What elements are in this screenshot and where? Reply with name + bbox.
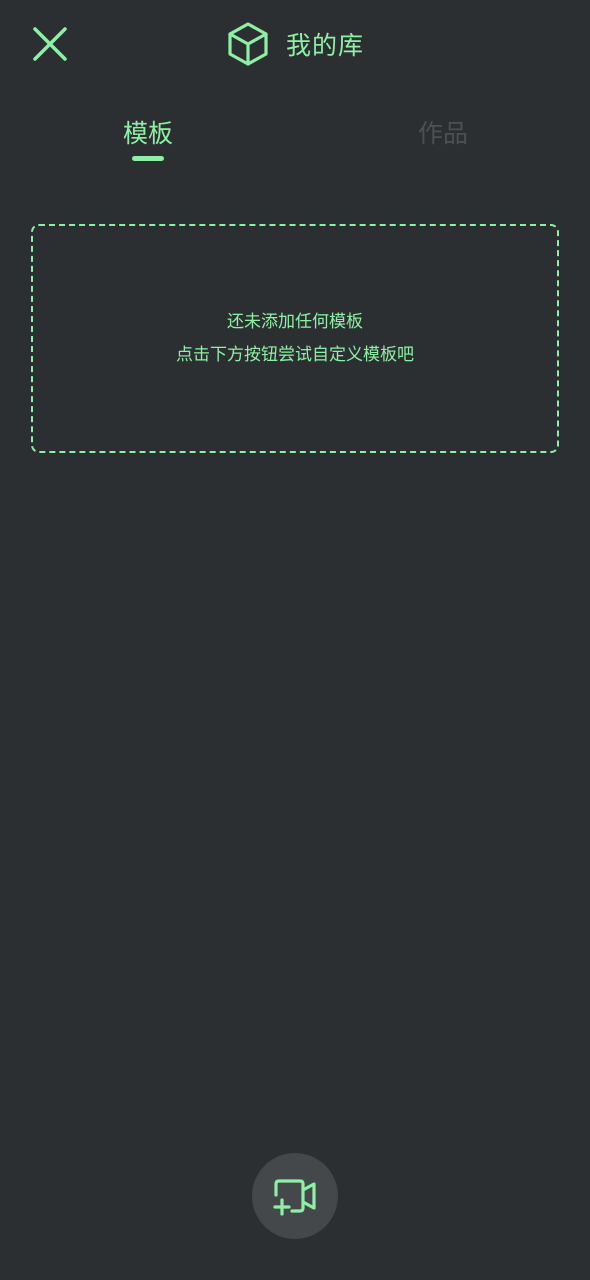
tab-templates[interactable]: 模板 <box>100 108 196 164</box>
tab-bar: 模板 作品 <box>0 108 590 168</box>
empty-state-hint: 点击下方按钮尝试自定义模板吧 <box>176 344 414 365</box>
add-video-icon <box>273 1179 316 1216</box>
cube-icon <box>228 22 268 66</box>
header: 我的库 <box>0 18 590 70</box>
tab-works[interactable]: 作品 <box>395 108 491 164</box>
active-tab-indicator <box>132 156 164 161</box>
empty-state-message: 还未添加任何模板 <box>227 311 363 332</box>
add-template-button[interactable] <box>252 1153 338 1239</box>
page-title: 我的库 <box>285 31 364 60</box>
empty-state-box: 还未添加任何模板 点击下方按钮尝试自定义模板吧 <box>31 224 559 453</box>
header-title-group: 我的库 <box>226 21 364 67</box>
tab-works-label: 作品 <box>417 119 468 148</box>
tab-templates-label: 模板 <box>122 119 173 148</box>
